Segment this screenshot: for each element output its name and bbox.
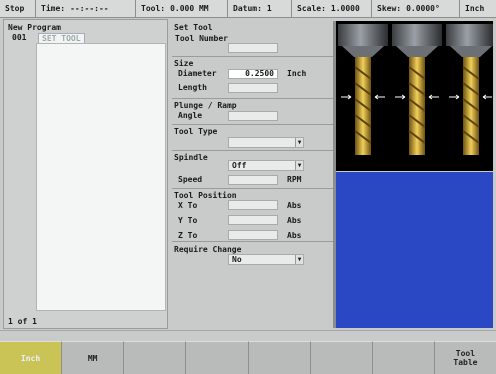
scale-value: 1.0000 <box>330 4 360 13</box>
softkey-blank-3[interactable] <box>124 341 187 374</box>
chevron-down-icon[interactable]: ▼ <box>295 138 303 147</box>
speed-field[interactable] <box>228 175 278 185</box>
x-field[interactable] <box>228 200 278 210</box>
time-readout: Time: --:--:-- <box>36 0 136 18</box>
datum-value: 1 <box>266 4 272 13</box>
skew-label: Skew: <box>377 4 402 13</box>
time-value: --:--:-- <box>70 4 109 13</box>
page-indicator: 1 of 1 <box>8 317 37 326</box>
program-panel: New Program 001 SET TOOL 1 of 1 <box>3 19 168 329</box>
tool-position-title: Tool Position <box>174 191 237 200</box>
skew-readout: Skew: 0.0000° <box>372 0 460 18</box>
set-tool-form: Set Tool Tool Number Size Diameter 0.250… <box>172 21 333 328</box>
tool-readout: Tool: 0.000 MM <box>136 0 228 18</box>
diameter-label: Diameter <box>178 69 217 78</box>
tool-number-label: Tool Number <box>175 34 228 43</box>
softkey-tool-table[interactable]: Tool Table <box>434 341 496 374</box>
drill-bit-3 <box>446 24 493 155</box>
time-label: Time: <box>41 4 66 13</box>
angle-label: Angle <box>178 111 203 120</box>
softkey-blank-7[interactable] <box>372 341 435 374</box>
y-unit: Abs <box>287 216 302 225</box>
scale-label: Scale: <box>297 4 326 13</box>
message-bar <box>0 330 496 340</box>
datum-label: Datum: <box>233 4 262 13</box>
skew-value: 0.0000° <box>406 4 440 13</box>
size-section: Size Diameter 0.2500 Inch Length <box>172 56 333 97</box>
length-label: Length <box>178 83 207 92</box>
z-label: Z To <box>178 231 198 240</box>
program-title: New Program <box>8 23 61 32</box>
y-field[interactable] <box>228 215 278 225</box>
step-number: 001 <box>12 33 27 42</box>
plunge-section: Plunge / Ramp Angle <box>172 98 333 124</box>
units-text: Inch <box>465 4 485 13</box>
diameter-unit: Inch <box>287 69 307 78</box>
plunge-title: Plunge / Ramp <box>174 101 237 110</box>
units-readout: Inch <box>460 0 496 18</box>
speed-label: Speed <box>178 175 203 184</box>
drill-bit-2 <box>392 24 442 155</box>
scale-readout: Scale: 1.0000 <box>292 0 372 18</box>
tool-type-dropdown[interactable]: ▼ <box>228 137 304 148</box>
softkey-blank-4[interactable] <box>186 341 249 374</box>
status-bar: Stop Time: --:--:-- Tool: 0.000 MM Datum… <box>0 0 496 18</box>
program-list[interactable] <box>36 43 166 311</box>
datum-readout: Datum: 1 <box>228 0 292 18</box>
drill-bit-1 <box>338 24 388 155</box>
spindle-state: Off <box>232 161 247 170</box>
form-title: Set Tool <box>174 23 213 32</box>
size-title: Size <box>174 59 194 68</box>
spindle-section: Spindle Off ▼ Speed RPM <box>172 150 333 188</box>
help-display-area <box>336 172 493 328</box>
speed-unit: RPM <box>287 175 302 184</box>
x-unit: Abs <box>287 201 302 210</box>
tool-label: Tool: <box>141 4 166 13</box>
softkey-bar: Inch MM Tool Table <box>0 341 496 374</box>
tool-graphic <box>336 21 493 171</box>
tool-position-section: Tool Position X To Abs Y To Abs Z To Abs <box>172 188 333 241</box>
softkey-blank-6[interactable] <box>310 341 373 374</box>
require-change-title: Require Change <box>174 245 242 254</box>
softkey-inch[interactable]: Inch <box>0 341 63 374</box>
angle-field[interactable] <box>228 111 278 121</box>
diameter-field[interactable]: 0.2500 <box>228 69 278 79</box>
length-field[interactable] <box>228 83 278 93</box>
tool-type-label: Tool Type <box>174 127 218 136</box>
z-unit: Abs <box>287 231 302 240</box>
spindle-dropdown[interactable]: Off ▼ <box>228 160 304 171</box>
require-change-dropdown[interactable]: No ▼ <box>228 254 304 265</box>
machine-state: Stop <box>0 0 36 18</box>
chevron-down-icon[interactable]: ▼ <box>295 161 303 170</box>
softkey-mm[interactable]: MM <box>62 341 125 374</box>
drill-bits-illustration <box>338 24 493 155</box>
tool-value: 0.000 MM <box>170 4 209 13</box>
z-field[interactable] <box>228 230 278 240</box>
x-label: X To <box>178 201 198 210</box>
spindle-title: Spindle <box>174 153 208 162</box>
y-label: Y To <box>178 216 198 225</box>
tool-number-field[interactable] <box>228 43 278 53</box>
softkey-blank-5[interactable] <box>248 341 311 374</box>
require-change-section: Require Change No ▼ <box>172 241 333 271</box>
require-change-value: No <box>232 255 242 264</box>
machine-state-text: Stop <box>5 4 25 13</box>
chevron-down-icon[interactable]: ▼ <box>295 255 303 264</box>
tool-type-section: Tool Type ▼ <box>172 124 333 150</box>
